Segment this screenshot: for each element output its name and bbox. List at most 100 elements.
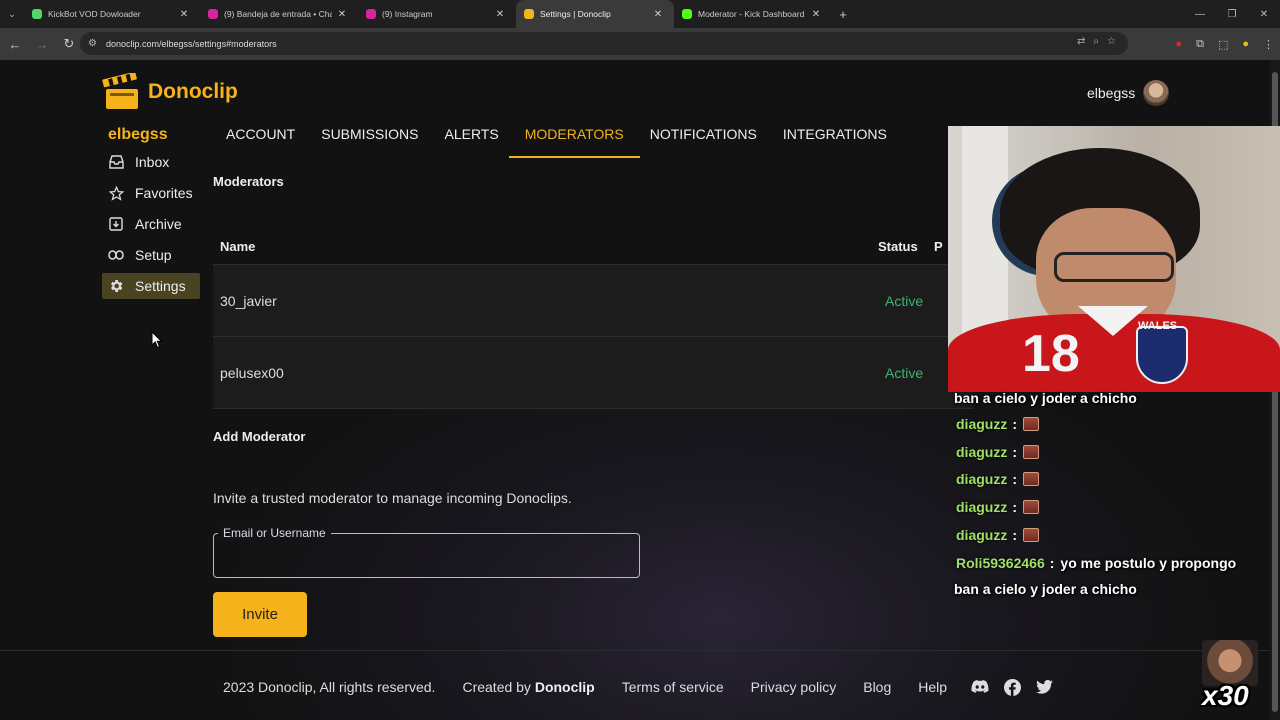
address-bar-actions: ⇄ ⌕ ☆ — [1077, 36, 1116, 47]
chat-username: diaguzz — [956, 499, 1008, 516]
address-bar-url[interactable]: donoclip.com/elbegss/settings#moderators — [106, 39, 277, 49]
column-status: Status — [878, 238, 918, 254]
browser-tab-4[interactable]: Settings | Donoclip ✕ — [516, 0, 674, 28]
chat-message: diaguzz: — [954, 410, 1274, 438]
sidebar-item-label: Setup — [135, 247, 172, 263]
chat-message: diaguzz: — [954, 438, 1274, 466]
invite-description: Invite a trusted moderator to manage inc… — [213, 490, 572, 506]
footer-link-terms[interactable]: Terms of service — [622, 679, 724, 695]
chat-message-text: yo me postulo y propongo — [1060, 554, 1237, 571]
moderators-title: Moderators — [213, 174, 284, 189]
translate-icon[interactable]: ⇄ — [1077, 36, 1085, 47]
discord-icon[interactable] — [971, 678, 989, 696]
new-tab-icon[interactable]: + — [832, 0, 854, 28]
facebook-icon[interactable] — [1003, 678, 1021, 696]
donoclip-logo[interactable]: Donoclip — [102, 71, 238, 111]
avatar — [1143, 80, 1170, 106]
sidebar-item-archive[interactable]: Archive — [102, 211, 200, 237]
close-tab-icon[interactable]: ✕ — [494, 9, 506, 20]
sidebar: Inbox Favorites Archive Setup Settings — [102, 149, 200, 304]
rugby-crest-icon — [1136, 326, 1188, 384]
tab-alerts[interactable]: ALERTS — [431, 120, 511, 158]
emote-icon — [1023, 416, 1040, 431]
sidebar-item-settings[interactable]: Settings — [102, 273, 200, 299]
emote-icon — [1023, 528, 1040, 543]
column-name: Name — [220, 238, 256, 254]
footer-link-blog[interactable]: Blog — [863, 679, 891, 695]
column-extra: P — [934, 238, 943, 254]
forward-icon[interactable]: → — [30, 32, 54, 56]
browser-tab-5[interactable]: Moderator - Kick Dashboard ✕ — [674, 0, 832, 28]
instagram-favicon-icon — [366, 9, 376, 19]
back-icon[interactable]: ← — [3, 32, 27, 56]
reload-icon[interactable]: ↻ — [57, 32, 81, 56]
invite-button[interactable]: Invite — [213, 592, 307, 637]
emote-icon — [1023, 472, 1040, 487]
tab-integrations[interactable]: INTEGRATIONS — [770, 120, 900, 158]
browser-tab-title: KickBot VOD Dowloader — [48, 9, 141, 19]
tab-submissions[interactable]: SUBMISSIONS — [308, 120, 431, 158]
bookmark-star-icon[interactable]: ☆ — [1107, 36, 1116, 47]
browser-tab-2[interactable]: (9) Bandeja de entrada • Chats ✕ — [200, 0, 358, 28]
field-label: Email or Username — [218, 526, 331, 540]
close-window-icon[interactable]: ✕ — [1248, 0, 1280, 28]
zoom-icon[interactable]: ⌕ — [1093, 36, 1099, 47]
footer-link-privacy[interactable]: Privacy policy — [751, 679, 837, 695]
header-username: elbegss — [1087, 85, 1136, 101]
webcam-overlay: 18 WALES — [948, 126, 1280, 392]
kickbot-favicon-icon — [32, 9, 42, 19]
close-tab-icon[interactable]: ✕ — [336, 9, 348, 20]
chat-message: Roli59362466: yo me postulo y propongo — [954, 549, 1274, 577]
close-tab-icon[interactable]: ✕ — [652, 9, 664, 20]
sidebar-item-favorites[interactable]: Favorites — [102, 180, 200, 206]
webcam-glasses — [1054, 252, 1174, 282]
email-or-username-input[interactable] — [214, 534, 639, 577]
sidebar-item-setup[interactable]: Setup — [102, 242, 200, 268]
browser-tab-1[interactable]: KickBot VOD Dowloader ✕ — [24, 0, 200, 28]
menu-kebab-icon[interactable]: ⋮ — [1263, 38, 1274, 51]
browser-tab-strip: ⌄ KickBot VOD Dowloader ✕ (9) Bandeja de… — [0, 0, 1280, 28]
chat-separator: : — [1012, 443, 1018, 460]
downloads-icon[interactable]: ⬚ — [1218, 38, 1228, 51]
sidebar-item-label: Archive — [135, 216, 182, 232]
chat-separator: : — [1012, 527, 1018, 544]
close-tab-icon[interactable]: ✕ — [178, 9, 190, 20]
kick-favicon-icon — [682, 9, 692, 19]
tab-search-icon[interactable]: ⌄ — [0, 0, 24, 28]
table-row: pelusex00 Active — [213, 337, 973, 409]
chat-username: diaguzz — [956, 443, 1008, 460]
sidebar-item-inbox[interactable]: Inbox — [102, 149, 200, 175]
window-controls: — ❐ ✕ — [1184, 0, 1280, 28]
chat-separator: : — [1049, 554, 1055, 571]
created-by-prefix: Created by — [462, 679, 531, 695]
footer-link-help[interactable]: Help — [918, 679, 947, 695]
profile-icon[interactable]: ● — [1242, 38, 1249, 50]
tab-notifications[interactable]: NOTIFICATIONS — [637, 120, 770, 158]
minimize-icon[interactable]: — — [1184, 0, 1216, 28]
sidebar-item-label: Settings — [135, 278, 186, 294]
moderators-table: Name Status P 30_javier Active pelusex00… — [213, 228, 973, 409]
user-menu[interactable]: elbegss — [1087, 80, 1170, 106]
mouse-cursor-icon — [151, 331, 163, 349]
site-info-icon[interactable]: ⚙ — [88, 38, 102, 49]
chat-message-text: ban a cielo y joder a chicho — [954, 390, 1137, 406]
tab-moderators[interactable]: MODERATORS — [508, 120, 640, 158]
status-badge: Active — [885, 292, 924, 309]
tab-account[interactable]: ACCOUNT — [213, 120, 308, 158]
browser-tab-3[interactable]: (9) Instagram ✕ — [358, 0, 516, 28]
moderator-name: pelusex00 — [220, 364, 284, 381]
twitter-icon[interactable] — [1035, 678, 1053, 696]
extensions-puzzle-icon[interactable]: ⧉ — [1196, 38, 1204, 51]
restore-icon[interactable]: ❐ — [1216, 0, 1248, 28]
created-by: Created by Donoclip — [462, 679, 594, 695]
close-tab-icon[interactable]: ✕ — [810, 9, 822, 20]
chat-username: diaguzz — [956, 471, 1008, 488]
created-by-link[interactable]: Donoclip — [535, 679, 595, 695]
address-bar[interactable]: ⚙ donoclip.com/elbegss/settings#moderato… — [80, 32, 1128, 55]
footer: 2023 Donoclip, All rights reserved. Crea… — [223, 678, 1053, 696]
sidebar-item-label: Inbox — [135, 154, 170, 170]
browser-tab-title: Moderator - Kick Dashboard — [698, 9, 805, 19]
opera-extension-icon[interactable]: ● — [1175, 38, 1182, 50]
browser-toolbar: ← → ↻ ⚙ donoclip.com/elbegss/settings#mo… — [0, 28, 1280, 60]
chat-message: diaguzz: — [954, 493, 1274, 521]
